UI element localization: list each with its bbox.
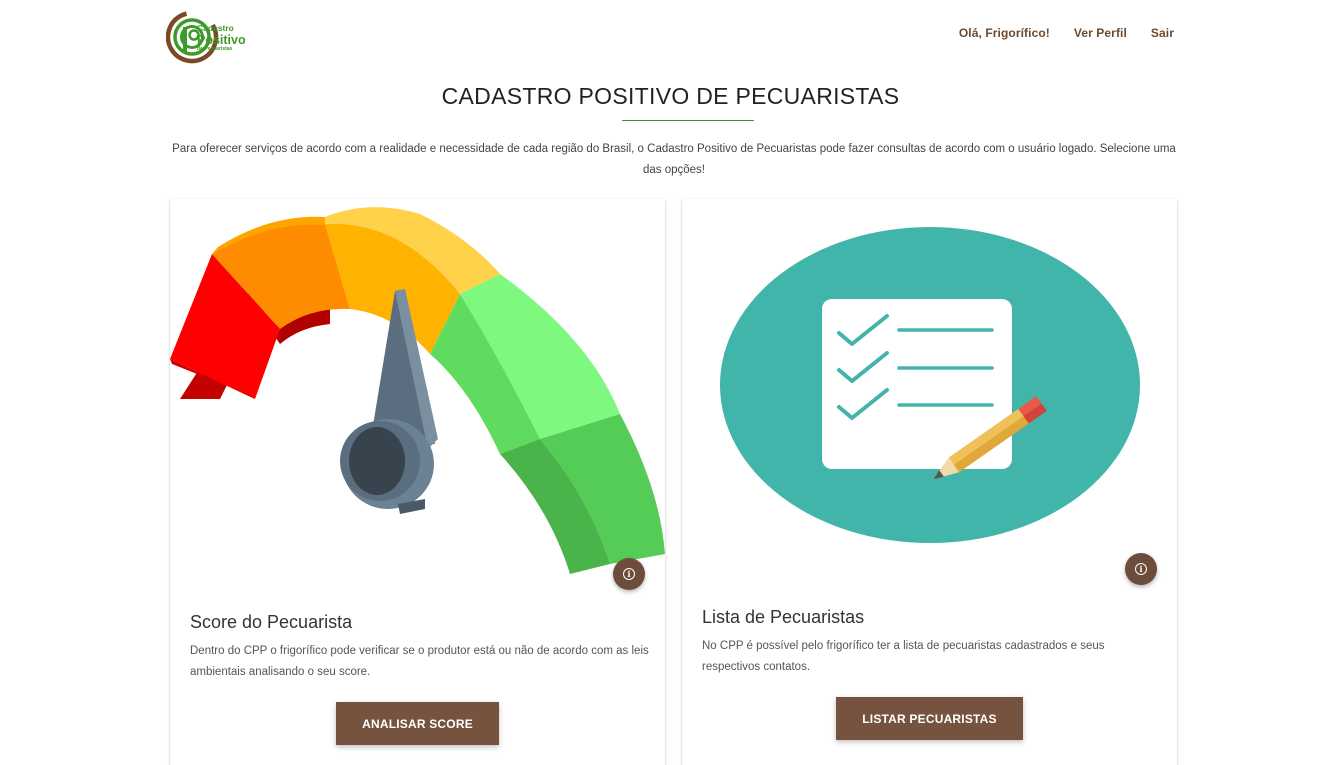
intro-text: Para oferecer serviços de acordo com a r… — [172, 143, 1176, 176]
info-icon: i — [623, 568, 635, 580]
score-info-button[interactable]: i — [613, 558, 645, 590]
nav-profile-link[interactable]: Ver Perfil — [1074, 26, 1127, 40]
list-card-text: No CPP é possível pelo frigorífico ter a… — [702, 640, 1105, 673]
nav-logout-link[interactable]: Sair — [1151, 26, 1174, 40]
nav-greeting-link[interactable]: Olá, Frigorífico! — [959, 26, 1050, 40]
logo-wordmark: Cadastro Positivo de Pecuaristas — [197, 24, 246, 52]
speedometer-gauge-illustration — [170, 207, 665, 574]
logo-line-2: Positivo — [197, 32, 246, 47]
title-divider — [622, 120, 754, 121]
score-card: i Score do Pecuarista Dentro do CPP o fr… — [170, 199, 665, 765]
list-card: i Lista de Pecuaristas No CPP é possível… — [682, 199, 1177, 765]
navbar: Cadastro Positivo de Pecuaristas Olá, Fr… — [0, 0, 1341, 70]
score-card-text: Dentro do CPP o frigorífico pode verific… — [190, 645, 649, 678]
logo-line-1: Cadastro — [197, 23, 234, 33]
list-card-title: Lista de Pecuaristas — [702, 607, 865, 627]
analyze-score-button[interactable]: ANALISAR SCORE — [336, 702, 499, 745]
score-card-title: Score do Pecuarista — [190, 612, 353, 632]
list-info-button[interactable]: i — [1125, 553, 1157, 585]
logo-line-3: de Pecuaristas — [197, 46, 233, 52]
checklist-pencil-illustration — [720, 227, 1140, 543]
page-title: CADASTRO POSITIVO DE PECUARISTAS — [441, 83, 900, 109]
cpp-logo[interactable]: Cadastro Positivo de Pecuaristas — [166, 9, 266, 65]
info-icon: i — [1135, 563, 1147, 575]
list-ranchers-button[interactable]: LISTAR PECUARISTAS — [836, 697, 1023, 740]
nav-links: Olá, Frigorífico! Ver Perfil Sair — [959, 26, 1174, 40]
